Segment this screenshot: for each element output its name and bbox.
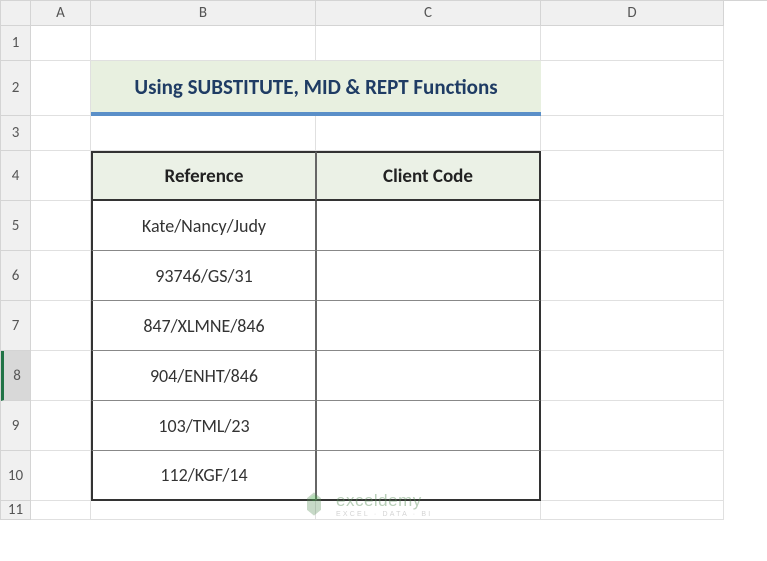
cell-b3[interactable] — [91, 116, 316, 151]
cell-a4[interactable] — [31, 151, 91, 201]
cell-a11[interactable] — [31, 501, 91, 520]
cell-c1[interactable] — [316, 26, 541, 61]
cell-d8[interactable] — [541, 351, 724, 401]
title-merged-cell[interactable]: Using SUBSTITUTE, MID & REPT Functions — [91, 61, 541, 116]
col-header-d[interactable]: D — [541, 1, 724, 26]
cell-d7[interactable] — [541, 301, 724, 351]
col-header-c[interactable]: C — [316, 1, 541, 26]
row-header-4[interactable]: 4 — [1, 151, 31, 201]
col-header-b[interactable]: B — [91, 1, 316, 26]
cell-c11[interactable] — [316, 501, 541, 520]
cell-c3[interactable] — [316, 116, 541, 151]
cell-d11[interactable] — [541, 501, 724, 520]
cell-c9-clientcode[interactable] — [316, 401, 541, 451]
header-reference[interactable]: Reference — [91, 151, 316, 201]
cell-d9[interactable] — [541, 401, 724, 451]
row-header-8[interactable]: 8 — [1, 351, 31, 401]
cell-d1[interactable] — [541, 26, 724, 61]
cell-d2[interactable] — [541, 61, 724, 116]
cell-d6[interactable] — [541, 251, 724, 301]
cell-b9-reference[interactable]: 103/TML/23 — [91, 401, 316, 451]
cell-c8-clientcode[interactable] — [316, 351, 541, 401]
cell-b10-reference[interactable]: 112/KGF/14 — [91, 451, 316, 501]
row-header-9[interactable]: 9 — [1, 401, 31, 451]
cell-b5-reference[interactable]: Kate/Nancy/Judy — [91, 201, 316, 251]
cell-a6[interactable] — [31, 251, 91, 301]
cell-b7-reference[interactable]: 847/XLMNE/846 — [91, 301, 316, 351]
cell-c7-clientcode[interactable] — [316, 301, 541, 351]
col-header-a[interactable]: A — [31, 1, 91, 26]
cell-a9[interactable] — [31, 401, 91, 451]
cell-a2[interactable] — [31, 61, 91, 116]
cell-d10[interactable] — [541, 451, 724, 501]
cell-b1[interactable] — [91, 26, 316, 61]
cell-c5-clientcode[interactable] — [316, 201, 541, 251]
spreadsheet-grid: A B C D 1 2 Using SUBSTITUTE, MID & REPT… — [0, 0, 767, 520]
row-header-1[interactable]: 1 — [1, 26, 31, 61]
cell-a8[interactable] — [31, 351, 91, 401]
cell-a1[interactable] — [31, 26, 91, 61]
cell-d5[interactable] — [541, 201, 724, 251]
cell-b11[interactable] — [91, 501, 316, 520]
cell-d3[interactable] — [541, 116, 724, 151]
cell-a5[interactable] — [31, 201, 91, 251]
cell-a10[interactable] — [31, 451, 91, 501]
cell-c10-clientcode[interactable] — [316, 451, 541, 501]
row-header-10[interactable]: 10 — [1, 451, 31, 501]
row-header-3[interactable]: 3 — [1, 116, 31, 151]
row-header-11[interactable]: 11 — [1, 501, 31, 520]
cell-b6-reference[interactable]: 93746/GS/31 — [91, 251, 316, 301]
row-header-2[interactable]: 2 — [1, 61, 31, 116]
cell-d4[interactable] — [541, 151, 724, 201]
select-all-corner[interactable] — [1, 1, 31, 26]
cell-b8-reference[interactable]: 904/ENHT/846 — [91, 351, 316, 401]
row-header-7[interactable]: 7 — [1, 301, 31, 351]
cell-a3[interactable] — [31, 116, 91, 151]
cell-c6-clientcode[interactable] — [316, 251, 541, 301]
row-header-5[interactable]: 5 — [1, 201, 31, 251]
cell-a7[interactable] — [31, 301, 91, 351]
header-clientcode[interactable]: Client Code — [316, 151, 541, 201]
row-header-6[interactable]: 6 — [1, 251, 31, 301]
